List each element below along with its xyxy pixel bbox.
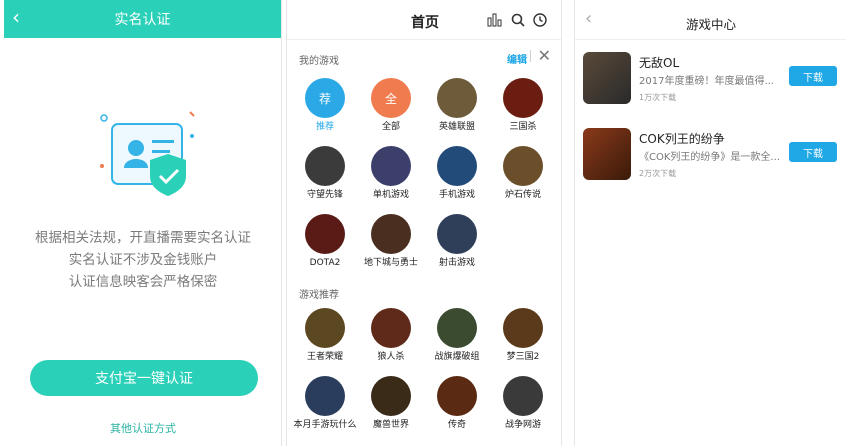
screenshot-collage: ‹ 实名认证 根据相关法规，开直播需要实名认证 实名认证不涉及金钱账户 认证信息… bbox=[0, 0, 846, 446]
game-tile[interactable]: 战旗爆破组 bbox=[425, 308, 489, 363]
game-label: 射击游戏 bbox=[438, 258, 475, 268]
game-tile[interactable]: 狼人杀 bbox=[359, 308, 423, 363]
id-card-shield-illustration bbox=[100, 111, 195, 196]
game-label: 传奇 bbox=[447, 420, 466, 430]
game-label: 梦三国2 bbox=[506, 352, 540, 362]
game-label: 狼人杀 bbox=[377, 352, 405, 362]
top-bar: 首页 bbox=[287, 0, 561, 40]
download-button[interactable]: 下载 bbox=[789, 66, 837, 86]
other-auth-link[interactable]: 其他认证方式 bbox=[4, 420, 281, 436]
game-label: 全部 bbox=[381, 122, 400, 132]
game-label: 英雄联盟 bbox=[438, 122, 475, 132]
close-icon[interactable]: ✕ bbox=[538, 46, 551, 65]
clock-icon[interactable] bbox=[533, 13, 547, 30]
game-tile[interactable]: 三国杀 bbox=[491, 78, 555, 133]
top-bar: ‹ 游戏中心 bbox=[575, 0, 846, 40]
game-icon bbox=[305, 308, 345, 348]
game-tile[interactable]: 梦三国2 bbox=[491, 308, 555, 363]
info-line-1: 根据相关法规，开直播需要实名认证 bbox=[35, 230, 251, 246]
game-icon bbox=[371, 376, 411, 416]
alipay-auth-button[interactable]: 支付宝一键认证 bbox=[30, 360, 258, 396]
game-icon: 荐 bbox=[305, 78, 345, 118]
page-title: 实名认证 bbox=[114, 12, 171, 28]
section-my-games: 我的游戏 bbox=[299, 56, 339, 67]
game-icon bbox=[437, 214, 477, 254]
top-bar: ‹ 实名认证 bbox=[4, 0, 281, 38]
game-label: 战旗爆破组 bbox=[434, 352, 480, 362]
game-icon bbox=[305, 376, 345, 416]
game-icon bbox=[437, 146, 477, 186]
game-tile[interactable]: 全全部 bbox=[359, 78, 423, 133]
game-label: 手机游戏 bbox=[438, 190, 475, 200]
divider bbox=[530, 50, 531, 62]
game-icon bbox=[503, 376, 543, 416]
game-label: 三国杀 bbox=[509, 122, 537, 132]
game-icon bbox=[305, 146, 345, 186]
game-icon bbox=[437, 78, 477, 118]
game-label: 王者荣耀 bbox=[306, 352, 343, 362]
real-name-auth-screen: ‹ 实名认证 根据相关法规，开直播需要实名认证 实名认证不涉及金钱账户 认证信息… bbox=[4, 0, 282, 446]
game-tile[interactable]: 战争网游 bbox=[491, 376, 555, 431]
game-label: DOTA2 bbox=[309, 258, 341, 268]
game-label: 本月手游玩什么 bbox=[293, 420, 357, 430]
game-tile[interactable]: 地下城与勇士 bbox=[359, 214, 423, 269]
game-tile[interactable]: 王者荣耀 bbox=[293, 308, 357, 363]
page-title: 游戏中心 bbox=[685, 17, 736, 32]
search-icon[interactable] bbox=[511, 13, 525, 30]
list-item[interactable]: 无敌OL 2017年度重磅！年度最值得... 1万次下载 下载 bbox=[583, 52, 845, 112]
section-recommend: 游戏推荐 bbox=[299, 290, 339, 301]
game-label: 战争网游 bbox=[504, 420, 541, 430]
download-count: 2万次下载 bbox=[639, 169, 677, 178]
edit-button[interactable]: 编辑 bbox=[507, 51, 527, 66]
game-icon bbox=[371, 214, 411, 254]
game-label: 守望先锋 bbox=[306, 190, 343, 200]
game-icon bbox=[437, 376, 477, 416]
game-tile[interactable]: 手机游戏 bbox=[425, 146, 489, 201]
game-tile[interactable]: 本月手游玩什么 bbox=[293, 376, 357, 431]
game-tile[interactable]: 魔兽世界 bbox=[359, 376, 423, 431]
game-thumbnail bbox=[583, 128, 631, 180]
game-tile[interactable]: 射击游戏 bbox=[425, 214, 489, 269]
game-desc: 《COK列王的纷争》是一款全... bbox=[639, 152, 780, 163]
game-label: 推荐 bbox=[315, 122, 334, 132]
game-label: 地下城与勇士 bbox=[363, 258, 418, 268]
info-line-3: 认证信息映客会严格保密 bbox=[68, 274, 218, 290]
game-icon bbox=[503, 78, 543, 118]
game-label: 单机游戏 bbox=[372, 190, 409, 200]
bar-chart-icon[interactable] bbox=[487, 13, 503, 30]
game-thumbnail bbox=[583, 52, 631, 104]
game-icon: 全 bbox=[371, 78, 411, 118]
game-tile[interactable]: 传奇 bbox=[425, 376, 489, 431]
download-button[interactable]: 下载 bbox=[789, 142, 837, 162]
game-tile[interactable]: 荐推荐 bbox=[293, 78, 357, 133]
game-label: 魔兽世界 bbox=[372, 420, 409, 430]
chevron-left-icon[interactable]: ‹ bbox=[12, 7, 20, 27]
game-tile[interactable]: 炉石传说 bbox=[491, 146, 555, 201]
list-item[interactable]: COK列王的纷争 《COK列王的纷争》是一款全... 2万次下载 下载 bbox=[583, 128, 845, 188]
game-label: 炉石传说 bbox=[504, 190, 541, 200]
info-line-2: 实名认证不涉及金钱账户 bbox=[68, 252, 218, 268]
game-name: COK列王的纷争 bbox=[639, 132, 725, 146]
game-tile[interactable]: 守望先锋 bbox=[293, 146, 357, 201]
home-games-screen: 首页 我的游戏 编辑 ✕ 荐推荐全全部 英雄联盟 三国杀 守望先锋 单机游戏 手机游戏 炉石… bbox=[286, 0, 562, 446]
download-count: 1万次下载 bbox=[639, 93, 677, 102]
game-icon bbox=[503, 146, 543, 186]
game-icon bbox=[437, 308, 477, 348]
game-icon bbox=[371, 308, 411, 348]
game-icon bbox=[371, 146, 411, 186]
game-desc: 2017年度重磅！年度最值得... bbox=[639, 76, 774, 87]
game-tile[interactable]: DOTA2 bbox=[293, 214, 357, 269]
game-tile[interactable]: 英雄联盟 bbox=[425, 78, 489, 133]
game-tile[interactable]: 单机游戏 bbox=[359, 146, 423, 201]
game-icon bbox=[503, 308, 543, 348]
game-icon bbox=[305, 214, 345, 254]
game-name: 无敌OL bbox=[639, 56, 680, 70]
game-center-screen: ‹ 游戏中心 无敌OL 2017年度重磅！年度最值得... 1万次下载 下载 C… bbox=[574, 0, 846, 446]
